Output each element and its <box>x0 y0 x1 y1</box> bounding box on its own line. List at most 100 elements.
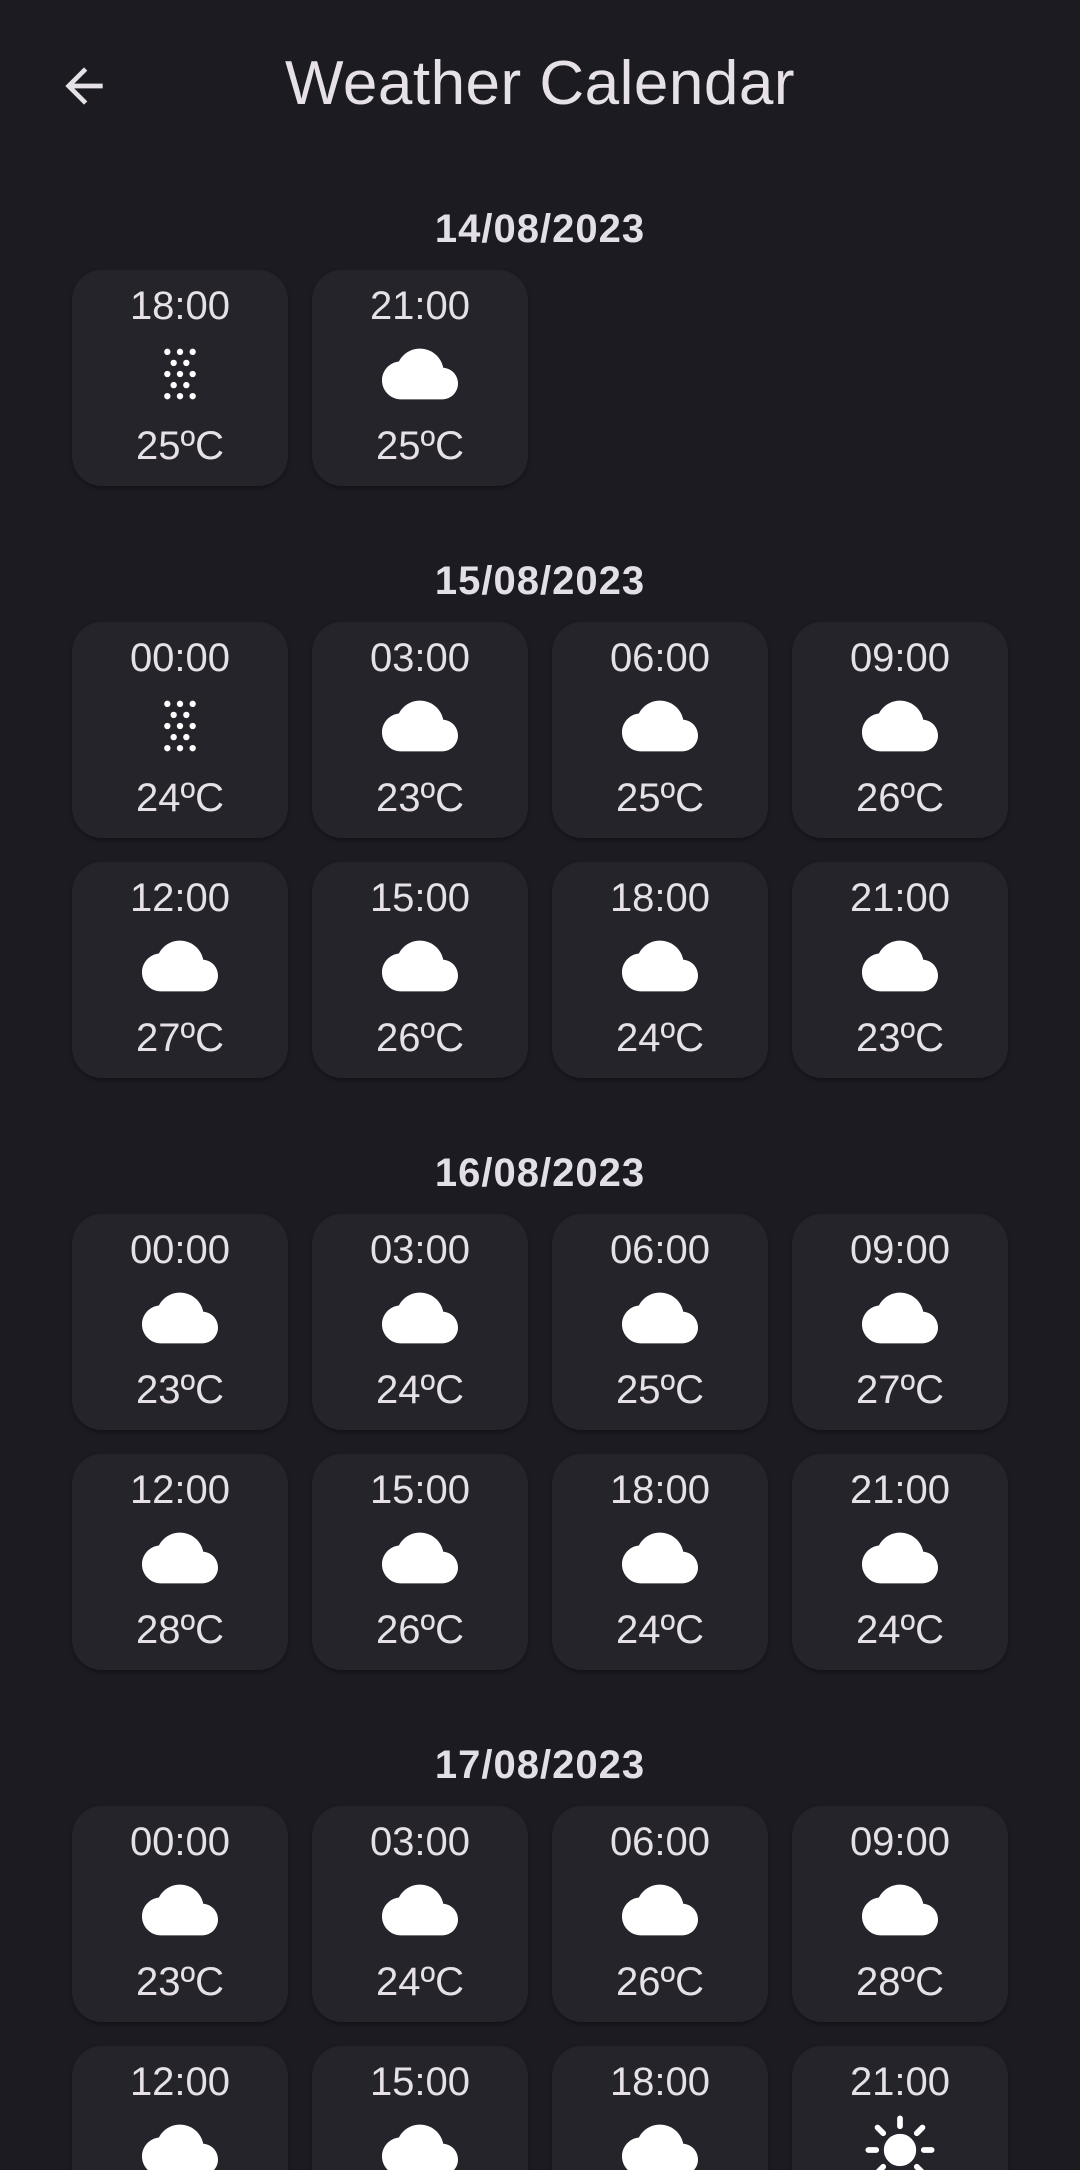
forecast-time: 06:00 <box>609 1820 711 1864</box>
forecast-grid: 00:00 23ºC 03:00 24ºC 06:00 26ºC 09:00 28ºC 12:0… <box>0 1806 1080 2170</box>
forecast-time: 12:00 <box>129 2060 231 2104</box>
forecast-card[interactable]: 15:00 26ºC <box>312 1454 528 1670</box>
forecast-list[interactable]: 14/08/2023 18:00 25ºC 21:00 25ºC 15/08/2023 00… <box>0 170 1080 2170</box>
forecast-card[interactable]: 12:00 28ºC <box>72 1454 288 1670</box>
forecast-card[interactable]: 18:00 24ºC <box>552 1454 768 1670</box>
cloud-icon <box>142 1280 218 1356</box>
forecast-temperature: 24ºC <box>376 1368 464 1412</box>
cloud-icon <box>142 1872 218 1948</box>
forecast-time: 00:00 <box>129 1820 231 1864</box>
forecast-time: 15:00 <box>369 1468 471 1512</box>
forecast-time: 15:00 <box>369 2060 471 2104</box>
day-date: 17/08/2023 <box>434 1743 646 1787</box>
forecast-time: 06:00 <box>609 1228 711 1272</box>
forecast-card[interactable]: 00:00 23ºC <box>72 1806 288 2022</box>
forecast-time: 09:00 <box>849 1228 951 1272</box>
cloud-icon <box>382 2112 458 2170</box>
cloud-icon <box>142 2112 218 2170</box>
forecast-time: 21:00 <box>369 284 471 328</box>
forecast-card[interactable]: 21:00 23ºC <box>792 862 1008 1078</box>
day-section: 14/08/2023 18:00 25ºC 21:00 25ºC <box>0 198 1080 486</box>
cloud-icon <box>622 2112 698 2170</box>
forecast-time: 03:00 <box>369 1820 471 1864</box>
forecast-card[interactable]: 18:00 <box>552 2046 768 2170</box>
forecast-card[interactable]: 21:00 25ºC <box>312 270 528 486</box>
forecast-temperature: 25ºC <box>616 776 704 820</box>
cloud-icon <box>382 1280 458 1356</box>
page-title: Weather Calendar <box>284 49 796 118</box>
sun-icon <box>862 2112 938 2170</box>
forecast-time: 12:00 <box>129 876 231 920</box>
forecast-temperature: 23ºC <box>856 1016 944 1060</box>
forecast-card[interactable]: 03:00 24ºC <box>312 1214 528 1430</box>
forecast-card[interactable]: 03:00 23ºC <box>312 622 528 838</box>
forecast-card[interactable]: 21:00 24ºC <box>792 1454 1008 1670</box>
rain-dots-icon <box>142 336 218 412</box>
day-date: 15/08/2023 <box>434 559 646 603</box>
cloud-icon <box>862 928 938 1004</box>
forecast-temperature: 24ºC <box>136 776 224 820</box>
forecast-grid: 00:00 24ºC 03:00 23ºC 06:00 25ºC 09:00 26ºC 12:0… <box>0 622 1080 1078</box>
forecast-time: 21:00 <box>849 2060 951 2104</box>
forecast-temperature: 24ºC <box>616 1016 704 1060</box>
forecast-temperature: 26ºC <box>616 1960 704 2004</box>
cloud-icon <box>382 1872 458 1948</box>
forecast-time: 15:00 <box>369 876 471 920</box>
forecast-card[interactable]: 06:00 25ºC <box>552 622 768 838</box>
forecast-card[interactable]: 09:00 27ºC <box>792 1214 1008 1430</box>
cloud-icon <box>142 1520 218 1596</box>
forecast-time: 00:00 <box>129 1228 231 1272</box>
cloud-icon <box>622 928 698 1004</box>
forecast-time: 18:00 <box>609 1468 711 1512</box>
cloud-icon <box>622 1872 698 1948</box>
forecast-card[interactable]: 15:00 <box>312 2046 528 2170</box>
day-section: 16/08/2023 00:00 23ºC 03:00 24ºC 06:00 25ºC 09:… <box>0 1142 1080 1670</box>
app-bar: Weather Calendar <box>0 0 1080 170</box>
day-date: 16/08/2023 <box>434 1151 646 1195</box>
forecast-time: 21:00 <box>849 1468 951 1512</box>
day-section: 17/08/2023 00:00 23ºC 03:00 24ºC 06:00 26ºC 09:… <box>0 1734 1080 2170</box>
forecast-temperature: 23ºC <box>376 776 464 820</box>
forecast-temperature: 24ºC <box>376 1960 464 2004</box>
forecast-temperature: 27ºC <box>136 1016 224 1060</box>
forecast-temperature: 25ºC <box>136 424 224 468</box>
forecast-card[interactable]: 00:00 23ºC <box>72 1214 288 1430</box>
cloud-icon <box>862 688 938 764</box>
forecast-card[interactable]: 03:00 24ºC <box>312 1806 528 2022</box>
forecast-temperature: 25ºC <box>376 424 464 468</box>
cloud-icon <box>382 688 458 764</box>
forecast-temperature: 26ºC <box>856 776 944 820</box>
forecast-card[interactable]: 18:00 24ºC <box>552 862 768 1078</box>
forecast-time: 18:00 <box>609 2060 711 2104</box>
forecast-card[interactable]: 06:00 25ºC <box>552 1214 768 1430</box>
forecast-card[interactable]: 00:00 24ºC <box>72 622 288 838</box>
forecast-time: 06:00 <box>609 636 711 680</box>
forecast-temperature: 26ºC <box>376 1016 464 1060</box>
forecast-temperature: 25ºC <box>616 1368 704 1412</box>
forecast-card[interactable]: 06:00 26ºC <box>552 1806 768 2022</box>
forecast-card[interactable]: 18:00 25ºC <box>72 270 288 486</box>
forecast-time: 03:00 <box>369 1228 471 1272</box>
forecast-temperature: 24ºC <box>856 1608 944 1652</box>
forecast-temperature: 23ºC <box>136 1960 224 2004</box>
forecast-temperature: 23ºC <box>136 1368 224 1412</box>
cloud-icon <box>622 688 698 764</box>
forecast-temperature: 26ºC <box>376 1608 464 1652</box>
forecast-card[interactable]: 12:00 27ºC <box>72 862 288 1078</box>
forecast-card[interactable]: 09:00 26ºC <box>792 622 1008 838</box>
cloud-icon <box>142 928 218 1004</box>
cloud-icon <box>382 336 458 412</box>
cloud-icon <box>382 928 458 1004</box>
forecast-time: 00:00 <box>129 636 231 680</box>
cloud-icon <box>862 1872 938 1948</box>
forecast-card[interactable]: 21:00 <box>792 2046 1008 2170</box>
forecast-card[interactable]: 12:00 <box>72 2046 288 2170</box>
forecast-time: 18:00 <box>129 284 231 328</box>
forecast-time: 12:00 <box>129 1468 231 1512</box>
forecast-time: 03:00 <box>369 636 471 680</box>
forecast-time: 18:00 <box>609 876 711 920</box>
cloud-icon <box>382 1520 458 1596</box>
forecast-temperature: 28ºC <box>856 1960 944 2004</box>
forecast-card[interactable]: 15:00 26ºC <box>312 862 528 1078</box>
forecast-card[interactable]: 09:00 28ºC <box>792 1806 1008 2022</box>
